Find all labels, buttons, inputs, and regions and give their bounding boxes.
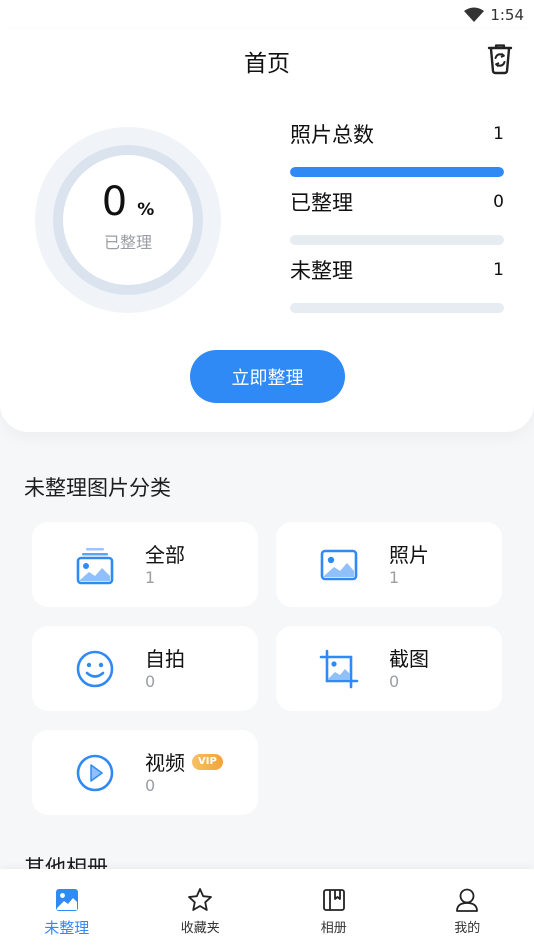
trash-icon <box>487 44 513 75</box>
organize-now-button[interactable]: 立即整理 <box>190 350 345 403</box>
nav-label: 收藏夹 <box>180 921 220 936</box>
nav-item-me[interactable]: 我的 <box>401 869 534 949</box>
progress-ring: 0% 已整理 <box>32 124 224 316</box>
vip-badge: VIP <box>192 753 223 770</box>
play-icon <box>74 752 116 794</box>
nav-item-favorites[interactable]: 收藏夹 <box>134 869 268 949</box>
section-title-other-albums: 其他相册 <box>24 856 108 869</box>
category-card-video[interactable]: 视频 VIP 0 <box>32 730 258 815</box>
status-time: 1:54 <box>490 6 524 24</box>
organized-percent: 0 <box>101 179 128 225</box>
category-name: 照片 <box>389 543 429 567</box>
stat-label: 已整理 <box>290 191 353 215</box>
album-icon <box>322 889 345 911</box>
photo-tab-icon <box>55 889 78 911</box>
nav-label: 我的 <box>454 921 481 936</box>
wifi-icon <box>464 7 485 22</box>
stat-label: 照片总数 <box>290 123 374 147</box>
status-indicators: 1:54 <box>464 4 524 26</box>
smile-icon <box>74 648 116 690</box>
nav-item-unorganized[interactable]: 未整理 <box>0 869 134 949</box>
user-icon <box>456 888 479 912</box>
stat-bar-fill <box>290 167 504 177</box>
star-icon <box>188 888 213 911</box>
section-title-unorganized-categories: 未整理图片分类 <box>24 476 171 500</box>
page-title: 首页 <box>244 51 290 77</box>
stat-bar <box>290 167 504 177</box>
stat-total-photos: 照片总数 1 <box>290 119 504 177</box>
category-name: 自拍 <box>145 647 185 671</box>
stack-photo-icon <box>74 544 116 586</box>
category-card-photos[interactable]: 照片 1 <box>276 522 502 607</box>
stat-unorganized: 未整理 1 <box>290 255 504 313</box>
nav-label: 相册 <box>320 921 347 936</box>
stat-bar <box>290 303 504 313</box>
category-name: 视频 <box>145 751 185 775</box>
bottom-nav: 未整理 收藏夹 相册 我的 <box>0 869 534 949</box>
screenshot-icon <box>318 648 360 690</box>
nav-label: 未整理 <box>44 919 90 937</box>
category-name: 截图 <box>389 647 429 671</box>
category-count: 1 <box>389 568 400 587</box>
category-count: 0 <box>145 672 156 691</box>
stat-value: 1 <box>493 260 504 280</box>
stat-label: 未整理 <box>290 259 353 283</box>
percent-unit: % <box>137 200 155 220</box>
stat-organized: 已整理 0 <box>290 187 504 245</box>
nav-item-album[interactable]: 相册 <box>267 869 401 949</box>
stat-value: 0 <box>493 192 504 212</box>
category-card-selfie[interactable]: 自拍 0 <box>32 626 258 711</box>
ring-center: 0% 已整理 <box>32 179 224 253</box>
category-card-all[interactable]: 全部 1 <box>32 522 258 607</box>
recycle-bin-button[interactable] <box>484 42 516 76</box>
status-bar: 1:54 <box>0 0 534 30</box>
category-count: 0 <box>389 672 400 691</box>
photo-icon <box>318 544 360 586</box>
category-count: 1 <box>145 568 156 587</box>
organized-percent-label: 已整理 <box>103 233 152 252</box>
category-card-screenshot[interactable]: 截图 0 <box>276 626 502 711</box>
category-count: 0 <box>145 776 156 795</box>
stat-value: 1 <box>493 124 504 144</box>
stat-bar <box>290 235 504 245</box>
category-name: 全部 <box>145 543 185 567</box>
category-name-row: 视频 VIP <box>145 747 223 776</box>
